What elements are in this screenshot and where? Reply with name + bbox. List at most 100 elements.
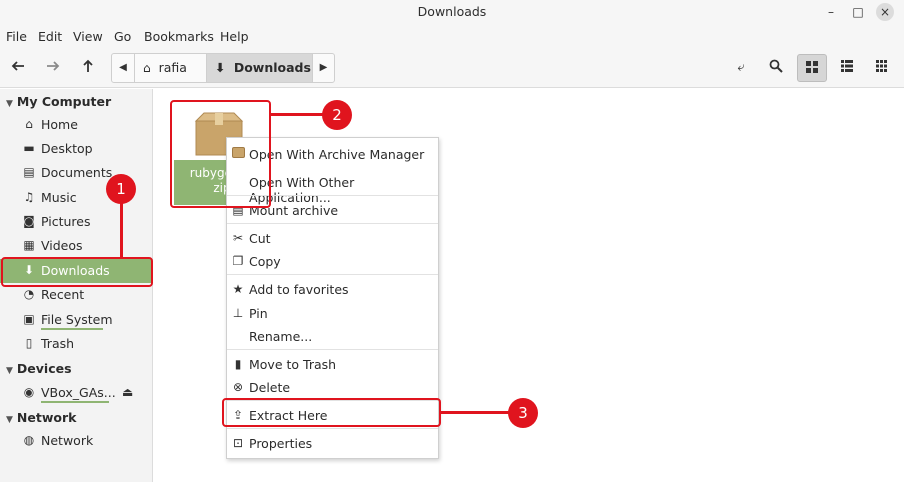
title-bar: Downloads – □ × bbox=[0, 0, 904, 24]
callout-highlight-file bbox=[170, 100, 271, 208]
menu-item-copy[interactable]: ❐ Copy bbox=[227, 250, 438, 272]
icon-view-button[interactable] bbox=[797, 54, 827, 82]
maximize-button[interactable]: □ bbox=[849, 3, 867, 21]
arrow-right-icon bbox=[47, 61, 60, 71]
disc-icon: ◉ bbox=[23, 385, 35, 399]
path-scroll-left-button[interactable]: ◀ bbox=[112, 54, 134, 82]
menu-go[interactable]: Go bbox=[114, 29, 131, 44]
close-button[interactable]: × bbox=[876, 3, 894, 21]
path-scroll-right-button[interactable]: ▶ bbox=[312, 54, 334, 82]
delete-icon: ⊗ bbox=[232, 380, 244, 394]
callout-badge-2: 2 bbox=[322, 100, 352, 130]
menu-separator bbox=[227, 223, 438, 224]
menu-item-label: Properties bbox=[249, 436, 313, 451]
menu-help[interactable]: Help bbox=[220, 29, 249, 44]
sidebar-item-file-system[interactable]: ▣ File System bbox=[0, 308, 152, 332]
minimize-button[interactable]: – bbox=[822, 3, 840, 21]
sidebar-item-label: Trash bbox=[41, 336, 75, 351]
home-icon: ⌂ bbox=[25, 117, 33, 131]
back-button[interactable] bbox=[4, 54, 32, 82]
menu-item-label: Rename... bbox=[249, 329, 313, 344]
menu-item-label: Copy bbox=[249, 254, 281, 269]
trash-icon: ▮ bbox=[234, 357, 242, 371]
menu-item-pin[interactable]: ⊥ Pin bbox=[227, 302, 438, 324]
chevron-down-icon: ▼ bbox=[6, 366, 13, 376]
clock-icon: ◔ bbox=[23, 287, 35, 301]
sidebar-item-label: VBox_GAs... bbox=[41, 385, 116, 400]
menu-item-cut[interactable]: ✂ Cut bbox=[227, 227, 438, 249]
pin-icon: ⊥ bbox=[232, 306, 244, 320]
location-entry-icon: ⤶ bbox=[737, 60, 745, 75]
sidebar-item-network[interactable]: ◍ Network bbox=[0, 429, 152, 453]
path-segment-downloads[interactable]: ⬇ Downloads bbox=[206, 54, 312, 82]
list-view-button[interactable] bbox=[832, 54, 862, 82]
sidebar-item-vbox-gas[interactable]: ◉ VBox_GAs... ⏏ bbox=[0, 381, 152, 405]
menu-item-label: Pin bbox=[249, 306, 268, 321]
star-icon: ★ bbox=[232, 282, 244, 296]
trash-icon: ▯ bbox=[25, 336, 33, 350]
callout-highlight-downloads bbox=[1, 257, 153, 287]
file-manager-window: Downloads – □ × File Edit View Go Bookma… bbox=[0, 0, 904, 482]
sidebar-item-label: Videos bbox=[41, 238, 83, 253]
menu-item-properties[interactable]: ⊡ Properties bbox=[227, 432, 438, 454]
chevron-down-icon: ▼ bbox=[6, 415, 13, 425]
menu-item-label: Open With Archive Manager bbox=[249, 147, 425, 162]
sidebar-item-videos[interactable]: ▦ Videos bbox=[0, 234, 152, 258]
path-segment-downloads-label: Downloads bbox=[233, 60, 311, 75]
menu-bar: File Edit View Go Bookmarks Help bbox=[0, 24, 904, 48]
sidebar-section-devices[interactable]: ▼ Devices bbox=[6, 361, 72, 376]
desktop-icon: ▬ bbox=[23, 141, 35, 155]
sidebar-item-label: Desktop bbox=[41, 141, 93, 156]
sidebar-section-label: Devices bbox=[16, 361, 72, 376]
eject-icon[interactable]: ⏏ bbox=[122, 385, 133, 399]
up-button[interactable] bbox=[74, 54, 102, 82]
callout-connector-1 bbox=[120, 201, 123, 258]
sidebar-item-label: Documents bbox=[41, 165, 113, 180]
usage-bar bbox=[41, 401, 109, 403]
menu-item-rename[interactable]: Rename... bbox=[227, 325, 438, 347]
menu-separator bbox=[227, 428, 438, 429]
callout-badge-1: 1 bbox=[106, 174, 136, 204]
sidebar-item-desktop[interactable]: ▬ Desktop bbox=[0, 137, 152, 161]
menu-edit[interactable]: Edit bbox=[38, 29, 62, 44]
scissors-icon: ✂ bbox=[232, 231, 244, 245]
forward-button[interactable] bbox=[39, 54, 67, 82]
menu-view[interactable]: View bbox=[73, 29, 103, 44]
sidebar-item-label: File System bbox=[41, 312, 113, 327]
menu-file[interactable]: File bbox=[6, 29, 27, 44]
download-icon: ⬇ bbox=[215, 60, 226, 75]
sidebar-item-label: Network bbox=[41, 433, 94, 448]
search-icon bbox=[769, 59, 783, 73]
toolbar: ◀ ⌂ rafia ⬇ Downloads ▶ ⤶ bbox=[0, 48, 904, 88]
sidebar-section-label: Network bbox=[16, 410, 77, 425]
search-button[interactable] bbox=[762, 54, 790, 82]
callout-badge-3: 3 bbox=[508, 398, 538, 428]
sidebar-item-label: Pictures bbox=[41, 214, 91, 229]
drive-icon: ▣ bbox=[23, 312, 35, 326]
menu-bookmarks[interactable]: Bookmarks bbox=[144, 29, 214, 44]
sidebar-item-trash[interactable]: ▯ Trash bbox=[0, 332, 152, 356]
toggle-location-button[interactable]: ⤶ bbox=[727, 54, 755, 82]
grid-icon bbox=[806, 61, 818, 73]
sidebar-item-label: Music bbox=[41, 190, 77, 205]
sidebar-item-pictures[interactable]: ◙ Pictures bbox=[0, 210, 152, 234]
menu-item-delete[interactable]: ⊗ Delete bbox=[227, 376, 438, 398]
sidebar-section-network[interactable]: ▼ Network bbox=[6, 410, 76, 425]
path-segment-home-label: rafia bbox=[158, 60, 187, 75]
menu-item-label: Move to Trash bbox=[249, 357, 337, 372]
sidebar-section-my-computer[interactable]: ▼ My Computer bbox=[6, 94, 111, 109]
sidebar-section-label: My Computer bbox=[16, 94, 112, 109]
documents-icon: ▤ bbox=[23, 165, 35, 179]
properties-icon: ⊡ bbox=[232, 436, 244, 450]
sidebar-item-label: Home bbox=[41, 117, 78, 132]
path-segment-home[interactable]: ⌂ rafia bbox=[134, 54, 206, 82]
menu-item-label: Cut bbox=[249, 231, 271, 246]
camera-icon: ◙ bbox=[23, 214, 35, 228]
menu-separator bbox=[227, 274, 438, 275]
menu-item-move-to-trash[interactable]: ▮ Move to Trash bbox=[227, 353, 438, 375]
sidebar-item-home[interactable]: ⌂ Home bbox=[0, 113, 152, 137]
sidebar-item-label: Recent bbox=[41, 287, 85, 302]
menu-item-add-to-favorites[interactable]: ★ Add to favorites bbox=[227, 278, 438, 300]
compact-view-button[interactable] bbox=[867, 54, 897, 82]
menu-item-label: Add to favorites bbox=[249, 282, 349, 297]
